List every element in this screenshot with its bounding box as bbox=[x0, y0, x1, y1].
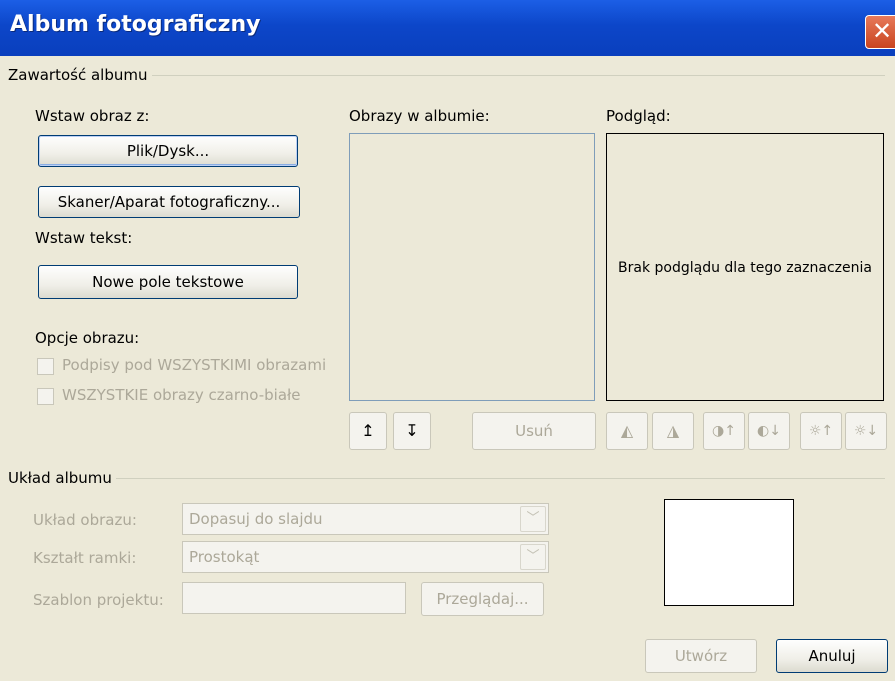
new-textbox-button[interactable]: Nowe pole tekstowe bbox=[38, 265, 298, 299]
picture-layout-dropdown-arrow[interactable]: ﹀ bbox=[520, 506, 546, 532]
window-title: Album fotograficzny bbox=[10, 12, 261, 37]
layout-preview-thumbnail bbox=[664, 499, 794, 606]
more-brightness-button[interactable]: ☼↑ bbox=[800, 412, 842, 450]
chevron-down-icon: ﹀ bbox=[526, 549, 540, 564]
frame-shape-value: Prostokąt bbox=[189, 548, 260, 566]
insert-text-label: Wstaw tekst: bbox=[35, 229, 133, 247]
design-template-field[interactable] bbox=[182, 582, 406, 614]
image-options-label: Opcje obrazu: bbox=[35, 329, 140, 347]
close-button[interactable]: ✕ bbox=[865, 15, 895, 49]
black-white-checkbox[interactable] bbox=[37, 388, 54, 405]
preview-empty-text: Brak podglądu dla tego zaznaczenia bbox=[618, 260, 872, 276]
move-up-icon: ↥ bbox=[361, 421, 375, 440]
less-brightness-button[interactable]: ☼↓ bbox=[845, 412, 887, 450]
pictures-in-album-label: Obrazy w albumie: bbox=[349, 107, 490, 125]
rotate-right-button[interactable]: ◮ bbox=[652, 412, 694, 450]
rotate-right-icon: ◮ bbox=[666, 421, 680, 440]
close-icon: ✕ bbox=[871, 17, 893, 45]
move-up-button[interactable]: ↥ bbox=[349, 412, 387, 450]
frame-shape-dropdown-arrow[interactable]: ﹀ bbox=[520, 544, 546, 570]
layout-group-divider bbox=[10, 478, 885, 479]
contrast-up-icon: ◑↑ bbox=[712, 423, 736, 439]
frame-shape-label: Kształt ramki: bbox=[33, 549, 137, 567]
scanner-camera-button[interactable]: Skaner/Aparat fotograficzny... bbox=[38, 186, 300, 218]
design-template-label: Szablon projektu: bbox=[33, 591, 164, 609]
move-down-icon: ↧ bbox=[405, 421, 419, 440]
brightness-up-icon: ☼↑ bbox=[808, 423, 834, 439]
rotate-left-icon: ◭ bbox=[620, 421, 634, 440]
browse-button[interactable]: Przeglądaj... bbox=[421, 582, 544, 616]
rotate-left-button[interactable]: ◭ bbox=[606, 412, 648, 450]
move-down-button[interactable]: ↧ bbox=[393, 412, 431, 450]
brightness-down-icon: ☼↓ bbox=[853, 423, 879, 439]
more-contrast-button[interactable]: ◑↑ bbox=[703, 412, 745, 450]
black-white-checkbox-label: WSZYSTKIE obrazy czarno-białe bbox=[62, 386, 301, 404]
layout-group-label: Układ albumu bbox=[8, 469, 116, 487]
chevron-down-icon: ﹀ bbox=[526, 511, 540, 526]
cancel-button[interactable]: Anuluj bbox=[776, 639, 888, 673]
picture-layout-value: Dopasuj do slajdu bbox=[189, 510, 323, 528]
captions-checkbox[interactable] bbox=[37, 358, 54, 375]
picture-layout-select[interactable]: Dopasuj do slajdu ﹀ bbox=[182, 503, 549, 535]
picture-layout-label: Układ obrazu: bbox=[33, 511, 137, 529]
title-bar: Album fotograficzny ✕ bbox=[0, 0, 895, 56]
remove-button[interactable]: Usuń bbox=[472, 412, 596, 450]
content-group-label: Zawartość albumu bbox=[8, 66, 152, 84]
dialog-body: Zawartość albumu Wstaw obraz z: Plik/Dys… bbox=[0, 56, 895, 681]
insert-image-label: Wstaw obraz z: bbox=[35, 107, 150, 125]
pictures-in-album-list[interactable] bbox=[349, 133, 595, 401]
captions-checkbox-label: Podpisy pod WSZYSTKIMI obrazami bbox=[62, 356, 327, 374]
preview-label: Podgląd: bbox=[606, 107, 671, 125]
file-disk-button[interactable]: Plik/Dysk... bbox=[38, 135, 298, 167]
frame-shape-select[interactable]: Prostokąt ﹀ bbox=[182, 541, 549, 573]
less-contrast-button[interactable]: ◐↓ bbox=[748, 412, 790, 450]
preview-pane: Brak podglądu dla tego zaznaczenia bbox=[606, 133, 884, 401]
contrast-down-icon: ◐↓ bbox=[757, 423, 781, 439]
create-button[interactable]: Utwórz bbox=[645, 639, 757, 673]
